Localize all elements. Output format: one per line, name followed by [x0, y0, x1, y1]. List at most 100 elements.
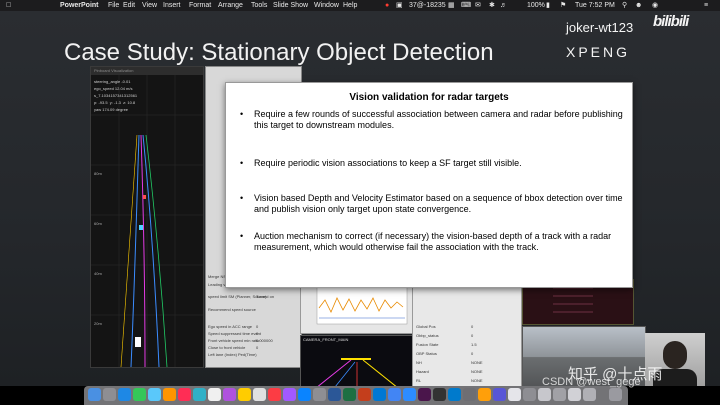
bluetooth-icon[interactable]: ✱	[489, 0, 495, 11]
siri-icon[interactable]: ◉	[652, 0, 658, 11]
menu-format[interactable]: Format	[189, 0, 211, 11]
status-value: NONE	[471, 369, 483, 374]
camera-view[interactable]: CAMERA_FRONT_MAIN	[300, 335, 414, 386]
vision-validation-popup: Vision validation for radar targets • Re…	[225, 82, 633, 288]
menu-insert[interactable]: Insert	[163, 0, 181, 11]
record-icon[interactable]: ●	[385, 0, 389, 11]
keyboard-icon[interactable]: ⌨	[461, 0, 471, 11]
bullet-text: Vision based Depth and Velocity Estimato…	[254, 193, 623, 214]
visualization-window[interactable]: Pinboard Visualization steering_angle -0…	[90, 66, 204, 368]
xpeng-logo: XPENG	[566, 44, 631, 60]
bilibili-logo: bilibili	[653, 13, 689, 30]
status-value: 1.5	[471, 342, 477, 347]
zoom-icon[interactable]	[403, 388, 416, 401]
status-label: RL	[416, 378, 422, 383]
distance-label-40: 40m	[94, 271, 102, 276]
menu-view[interactable]: View	[142, 0, 157, 11]
mail-app-icon[interactable]	[148, 388, 161, 401]
dock	[84, 386, 628, 405]
documents-icon[interactable]	[538, 388, 551, 401]
notes-icon[interactable]	[238, 388, 251, 401]
menu-edit[interactable]: Edit	[123, 0, 135, 11]
preview-icon[interactable]	[463, 388, 476, 401]
user-icon[interactable]: ☻	[635, 0, 642, 11]
facetime-icon[interactable]	[193, 388, 206, 401]
app-store-icon[interactable]	[298, 388, 311, 401]
chrome-icon[interactable]	[388, 388, 401, 401]
window-thumbnail-icon[interactable]	[583, 388, 596, 401]
powerpoint-icon[interactable]	[358, 388, 371, 401]
status-value: NONE	[471, 360, 483, 365]
textedit-icon[interactable]	[508, 388, 521, 401]
status-label: OBP Status	[416, 351, 437, 356]
status-label: Fusion State	[416, 342, 439, 347]
popup-title: Vision validation for radar targets	[349, 92, 509, 103]
menu-arrange[interactable]: Arrange	[218, 0, 243, 11]
podcasts-icon[interactable]	[223, 388, 236, 401]
menu-clock[interactable]: Tue 7:52 PM	[575, 0, 615, 11]
trash-icon[interactable]	[609, 388, 622, 401]
param-value: 0	[256, 331, 259, 336]
bullet-text: Require a few rounds of successful assoc…	[254, 109, 623, 130]
vscode-icon[interactable]	[448, 388, 461, 401]
search-icon[interactable]: ⚲	[622, 0, 627, 11]
flag-icon[interactable]: ⚑	[560, 0, 566, 11]
reminders-icon[interactable]	[253, 388, 266, 401]
music-icon[interactable]	[268, 388, 281, 401]
apple-icon[interactable]: 	[6, 0, 11, 11]
podcast-app-icon[interactable]	[283, 388, 296, 401]
bullet-item: • Vision based Depth and Velocity Estima…	[240, 193, 626, 215]
status-value: 0	[471, 351, 474, 356]
bullet-item: • Require periodic vision associations t…	[240, 158, 626, 169]
messages-icon[interactable]	[133, 388, 146, 401]
distance-label-80: 80m	[94, 171, 102, 176]
screen-recorder-icon[interactable]	[493, 388, 506, 401]
mail-icon[interactable]: ✉	[475, 0, 481, 11]
volume-icon[interactable]: ♬	[500, 0, 507, 11]
photos-icon[interactable]	[178, 388, 191, 401]
bullet-icon: •	[240, 193, 244, 203]
battery-icon[interactable]: ▮	[546, 0, 550, 11]
safari-icon[interactable]	[118, 388, 131, 401]
screen-icon[interactable]: ▣	[396, 0, 403, 11]
outlook-icon[interactable]	[373, 388, 386, 401]
battery-percent[interactable]: 100%	[527, 0, 545, 11]
terminal-icon[interactable]	[433, 388, 446, 401]
maps-icon[interactable]	[163, 388, 176, 401]
bullet-icon: •	[240, 109, 244, 119]
menu-file[interactable]: File	[108, 0, 119, 11]
lane-view	[91, 75, 203, 367]
status-label: Hazard	[416, 369, 429, 374]
calendar-icon[interactable]	[208, 388, 221, 401]
menu-window[interactable]: Window	[314, 0, 339, 11]
menu-tools[interactable]: Tools	[251, 0, 267, 11]
bullet-item: • Auction mechanism to correct (if neces…	[240, 231, 626, 253]
finder-icon[interactable]	[88, 388, 101, 401]
menu-slide-show[interactable]: Slide Show	[273, 0, 308, 11]
uploader-name: joker-wt123	[566, 20, 634, 35]
settings-icon[interactable]	[313, 388, 326, 401]
grid-icon[interactable]: ▦	[448, 0, 455, 11]
param-label: Left lane (Index) Ped(Time)	[208, 352, 257, 357]
status-value: NONE	[471, 378, 483, 383]
status-table-panel[interactable]: Global Pos 0 Obbp_status 0 Fusion State …	[412, 281, 522, 386]
status-value: 0	[471, 333, 474, 338]
downloads-icon[interactable]	[523, 388, 536, 401]
menu-app-name[interactable]: PowerPoint	[60, 0, 99, 11]
slide-title: Case Study: Stationary Object Detection	[64, 39, 494, 66]
status-label: Obbp_status	[416, 333, 439, 338]
param-label: Speed suppressed time event	[208, 331, 261, 336]
excel-icon[interactable]	[343, 388, 356, 401]
menu-list-icon[interactable]: ≡	[704, 0, 708, 11]
menu-help[interactable]: Help	[343, 0, 357, 11]
slack-icon[interactable]	[418, 388, 431, 401]
param-label: Recommend speed source	[208, 307, 256, 312]
vlc-icon[interactable]	[478, 388, 491, 401]
camera-lane-overlay	[317, 358, 397, 386]
param-value: 0	[256, 324, 259, 329]
word-icon[interactable]	[328, 388, 341, 401]
menu-status[interactable]: 37@-18235	[409, 0, 446, 11]
launchpad-icon[interactable]	[103, 388, 116, 401]
window-thumbnail-icon[interactable]	[568, 388, 581, 401]
folder-icon[interactable]	[553, 388, 566, 401]
